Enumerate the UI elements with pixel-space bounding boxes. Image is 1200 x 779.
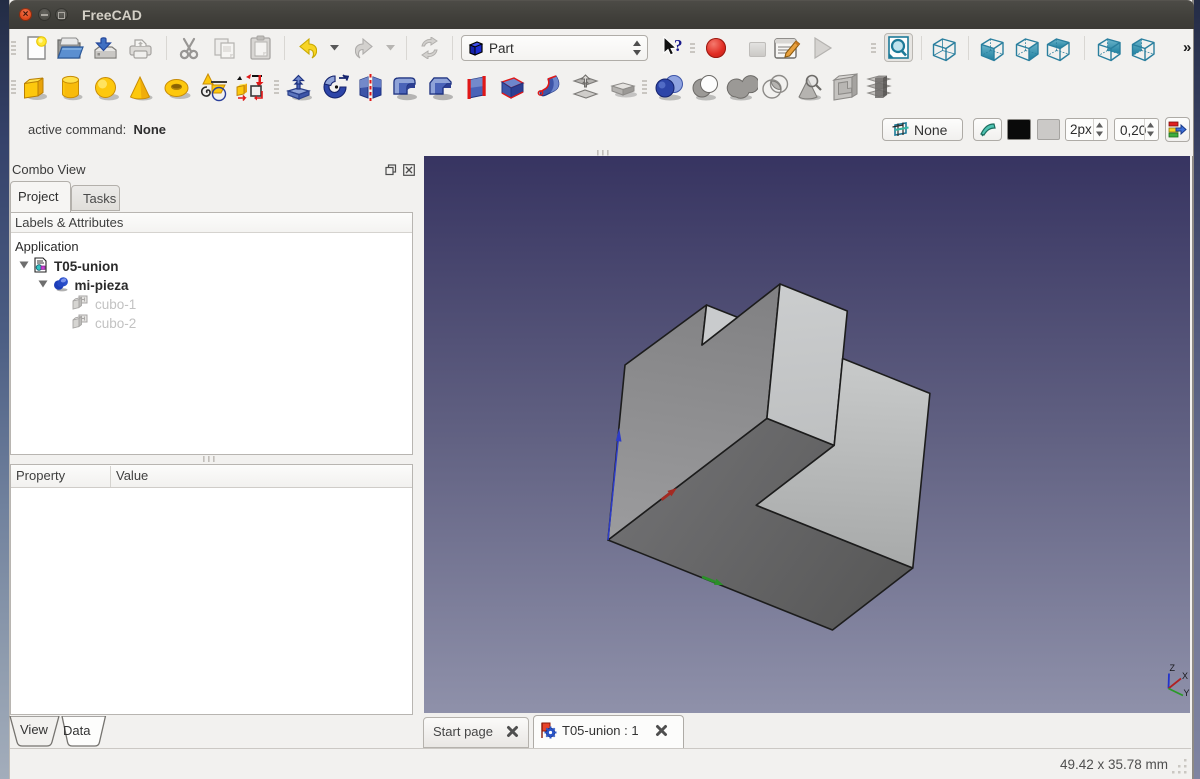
svg-text:Z: Z	[1170, 663, 1176, 673]
svg-text:?: ?	[674, 36, 683, 55]
svg-text:Y: Y	[1184, 688, 1190, 698]
svg-text:X: X	[1182, 671, 1188, 681]
